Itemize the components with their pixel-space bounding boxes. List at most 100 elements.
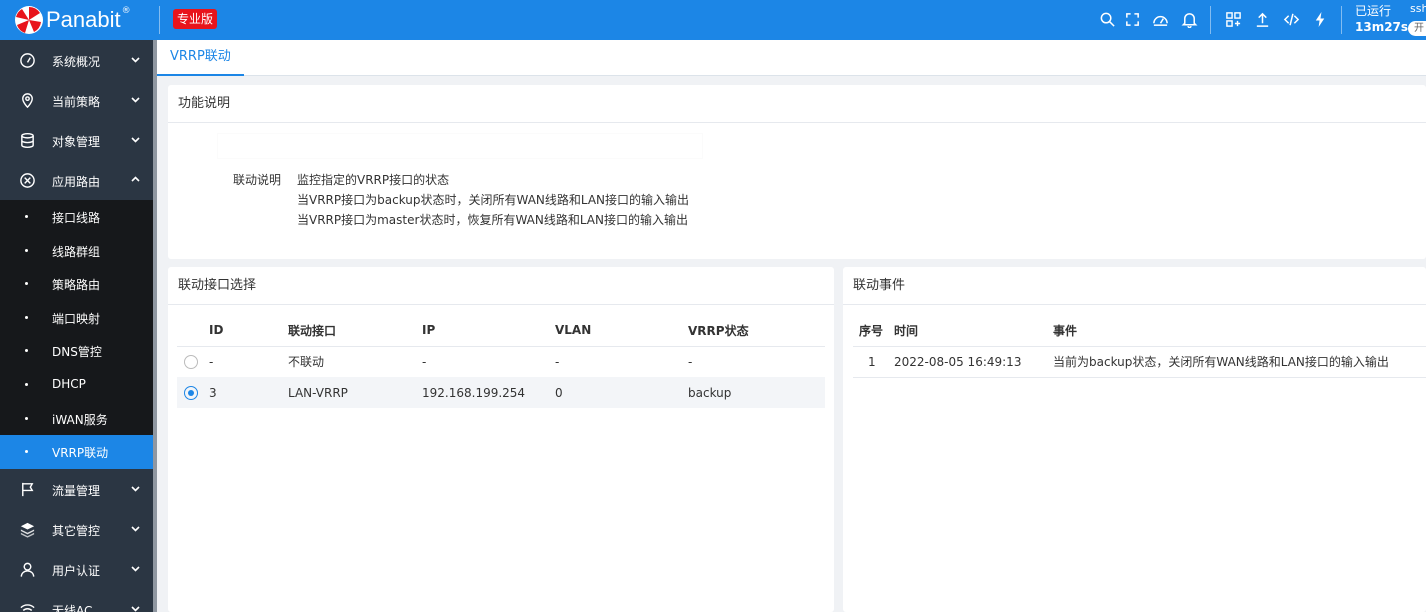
ssh-toggle[interactable]: 开 <box>1408 21 1426 36</box>
table-row: 1 2022-08-05 16:49:13 当前为backup状态，关闭所有WA… <box>853 346 1426 378</box>
chevron-down-icon <box>131 57 140 63</box>
bullet <box>25 215 28 218</box>
card-title: 功能说明 <box>168 85 1426 123</box>
description-label: 联动说明 <box>233 173 282 187</box>
tab-bar: VRRP联动 <box>157 40 1426 76</box>
sidebar-item-dns-control[interactable]: DNS管控 <box>0 334 153 368</box>
search-icon[interactable] <box>1098 10 1116 28</box>
uptime-label: 已运行 <box>1355 4 1392 18</box>
registered-mark: ® <box>121 6 131 16</box>
sidebar-item-label: 端口映射 <box>52 311 101 326</box>
sidebar-item-current-policy[interactable]: 当前策略 <box>0 80 153 120</box>
chevron-down-icon <box>131 137 140 143</box>
divider <box>1341 6 1342 34</box>
user-icon <box>19 561 36 578</box>
code-icon[interactable] <box>1282 10 1300 28</box>
top-bar: Panabit ® 专业版 已运行 13m27s ssh 开 <box>0 0 1426 40</box>
sidebar-item-label: 对象管理 <box>52 135 101 149</box>
chevron-down-icon <box>131 97 140 103</box>
radio-cell <box>177 377 209 408</box>
column-header: 事件 <box>1053 315 1426 347</box>
sidebar-item-label: 无线AC <box>52 603 93 612</box>
state-cell: backup <box>688 377 825 408</box>
interface-link[interactable]: LAN-VRRP <box>288 377 422 408</box>
sidebar-item-user-auth[interactable]: 用户认证 <box>0 549 153 589</box>
time-cell: 2022-08-05 16:49:13 <box>894 346 1053 378</box>
sidebar-item-label: iWAN服务 <box>52 412 108 427</box>
interface-select-card: 联动接口选择 ID 联动接口 IP VLAN VRRP状态 - 不联动 - - … <box>168 267 834 612</box>
chevron-down-icon <box>131 606 140 612</box>
bullet <box>25 450 28 454</box>
sidebar-item-label: 系统概况 <box>52 55 101 69</box>
sidebar-item-label: 接口线路 <box>52 211 101 225</box>
sidebar-item-label: 当前策略 <box>52 95 101 109</box>
sidebar: 系统概况 当前策略 对象管理 应用路由 接口线路 线路群组 策略路由 端口映射 … <box>0 40 153 612</box>
fullscreen-icon[interactable] <box>1123 10 1141 28</box>
ip-cell: - <box>422 354 427 369</box>
radio-button[interactable] <box>184 355 198 369</box>
column-header: VLAN <box>555 315 688 347</box>
lightning-icon[interactable] <box>1311 10 1329 28</box>
table-row[interactable]: 3 LAN-VRRP 192.168.199.254 0 backup <box>177 377 825 408</box>
chevron-down-icon <box>131 526 140 532</box>
sidebar-item-object-management[interactable]: 对象管理 <box>0 120 153 160</box>
dashboard-icon <box>19 52 36 69</box>
sidebar-item-label: 应用路由 <box>52 175 101 189</box>
tab-vrrp-linkage[interactable]: VRRP联动 <box>157 40 244 76</box>
sidebar-item-port-mapping[interactable]: 端口映射 <box>0 301 153 335</box>
sidebar-item-wireless-ac[interactable]: 无线AC <box>0 589 153 612</box>
interface-table: ID 联动接口 IP VLAN VRRP状态 - 不联动 - - - 3 LAN… <box>177 315 825 408</box>
sidebar-item-traffic-management[interactable]: 流量管理 <box>0 469 153 509</box>
logo[interactable]: Panabit ® <box>14 5 131 35</box>
column-header: VRRP状态 <box>688 315 825 347</box>
table-header-row: 序号 时间 事件 <box>853 315 1426 347</box>
sidebar-item-dhcp[interactable]: DHCP <box>0 368 153 402</box>
sidebar-item-iwan-service[interactable]: iWAN服务 <box>0 402 153 436</box>
wifi-icon <box>19 601 36 612</box>
id-cell: 3 <box>209 377 288 408</box>
location-icon <box>19 92 36 109</box>
description-card: 功能说明 联动说明 监控指定的VRRP接口的状态 当VRRP接口为backup状… <box>168 85 1426 259</box>
column-header: 序号 <box>853 315 894 347</box>
sidebar-item-line-groups[interactable]: 线路群组 <box>0 234 153 268</box>
events-table: 序号 时间 事件 1 2022-08-05 16:49:13 当前为backup… <box>853 315 1426 378</box>
submenu-app-routing: 接口线路 线路群组 策略路由 端口映射 DNS管控 DHCP iWAN服务 VR… <box>0 200 153 469</box>
bullet <box>25 382 28 386</box>
radio-column-header <box>177 315 209 347</box>
chevron-down-icon <box>131 566 140 572</box>
description-line: 当VRRP接口为master状态时，恢复所有WAN线路和LAN接口的输入输出 <box>297 213 688 227</box>
sidebar-item-system-overview[interactable]: 系统概况 <box>0 40 153 80</box>
bell-icon[interactable] <box>1180 10 1198 28</box>
sidebar-item-label: VRRP联动 <box>52 446 109 461</box>
radio-cell <box>177 346 209 377</box>
table-row[interactable]: - 不联动 - - - <box>177 346 825 377</box>
id-cell: - <box>209 354 214 369</box>
uptime-value: 13m27s <box>1355 20 1409 34</box>
layers-icon <box>19 521 36 538</box>
events-card: 联动事件 序号 时间 事件 1 2022-08-05 16:49:13 当前为b… <box>843 267 1426 612</box>
sidebar-item-app-routing[interactable]: 应用路由 <box>0 160 153 200</box>
sidebar-item-other-control[interactable]: 其它管控 <box>0 509 153 549</box>
state-cell: - <box>688 354 693 369</box>
sidebar-item-label: DHCP <box>52 376 86 391</box>
sidebar-item-label: DNS管控 <box>52 345 102 360</box>
upload-icon[interactable] <box>1253 10 1271 28</box>
divider <box>159 6 160 34</box>
edition-badge: 专业版 <box>173 9 218 29</box>
sidebar-item-vrrp-linkage[interactable]: VRRP联动 <box>0 435 153 469</box>
chevron-down-icon <box>131 486 140 492</box>
column-header: ID <box>209 315 288 347</box>
column-header: IP <box>422 315 555 347</box>
dashboard-icon[interactable] <box>1151 10 1169 28</box>
apps-icon[interactable] <box>1224 10 1242 28</box>
sidebar-item-label: 线路群组 <box>52 244 101 259</box>
sidebar-item-interface-lines[interactable]: 接口线路 <box>0 200 153 234</box>
sidebar-item-policy-routing[interactable]: 策略路由 <box>0 267 153 301</box>
interface-cell: 不联动 <box>288 355 325 370</box>
panabit-logo-icon <box>15 6 43 34</box>
event-cell: 当前为backup状态，关闭所有WAN线路和LAN接口的输入输出 <box>1053 346 1426 378</box>
radio-button[interactable] <box>184 385 198 400</box>
card-title: 联动事件 <box>843 267 1426 305</box>
vlan-cell: - <box>555 354 560 369</box>
bullet <box>25 349 28 353</box>
